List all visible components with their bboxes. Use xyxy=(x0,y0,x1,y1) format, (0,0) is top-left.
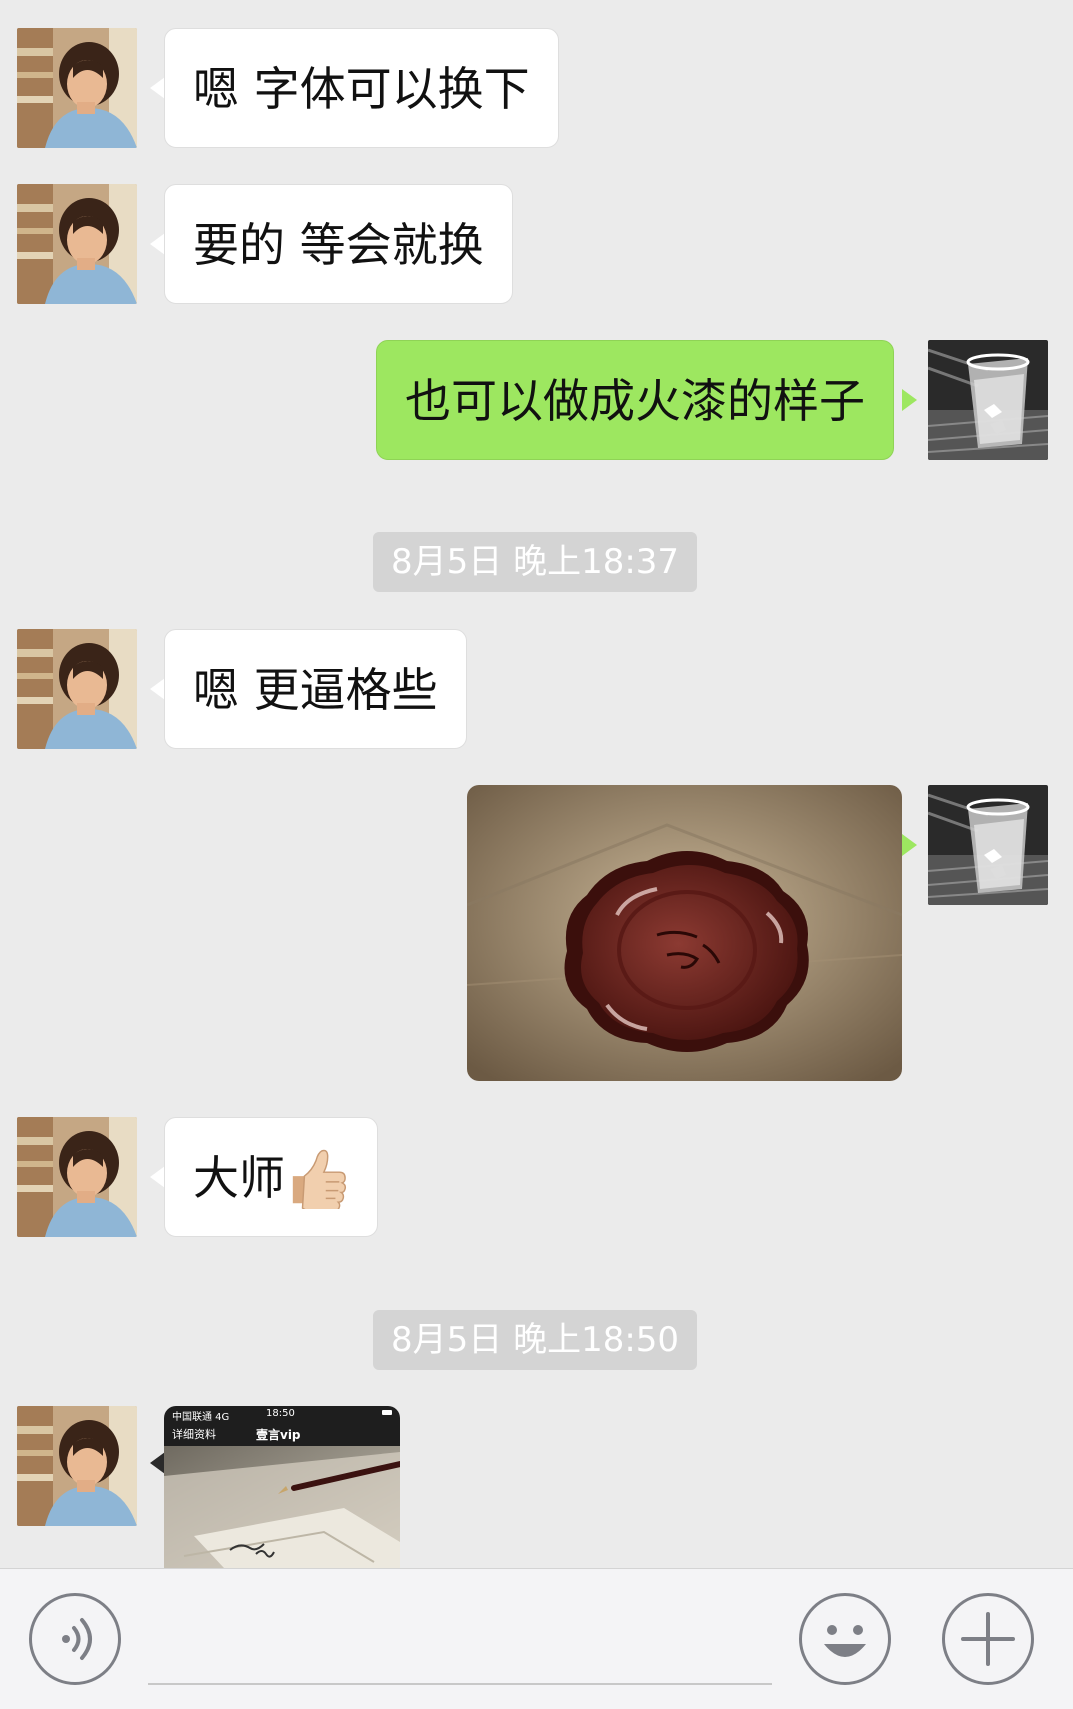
contact-avatar[interactable] xyxy=(17,1406,137,1526)
input-bar xyxy=(0,1568,1073,1709)
bubble-tail xyxy=(150,233,165,255)
message-text: 也可以做成火漆的样子 xyxy=(405,374,865,428)
chat-area[interactable]: 嗯 字体可以换下 要的 等会就换 也可以做成火漆的样子 8月5日 晚上18:37… xyxy=(0,0,1073,1568)
message-input[interactable] xyxy=(148,1593,772,1685)
thumbs-up-icon xyxy=(292,1149,347,1209)
avatar-image xyxy=(17,629,137,749)
bubble-tail xyxy=(150,1452,165,1474)
avatar-image xyxy=(17,28,137,148)
avatar-image xyxy=(17,184,137,304)
message-text: 嗯 字体可以换下 xyxy=(193,62,530,116)
message-bubble[interactable]: 大师 xyxy=(164,1117,378,1237)
my-avatar[interactable] xyxy=(928,785,1048,905)
message-text: 要的 等会就换 xyxy=(193,218,484,272)
battery-icon xyxy=(382,1410,392,1415)
emoji-icon xyxy=(824,1625,866,1657)
message-bubble-outgoing[interactable]: 也可以做成火漆的样子 xyxy=(376,340,894,460)
avatar-image xyxy=(17,1406,137,1526)
voice-button[interactable] xyxy=(29,1593,121,1685)
contact-avatar[interactable] xyxy=(17,28,137,148)
message-bubble[interactable]: 嗯 字体可以换下 xyxy=(164,28,559,148)
avatar-image xyxy=(928,340,1048,460)
screenshot-photo xyxy=(164,1446,400,1568)
contact-avatar[interactable] xyxy=(17,1117,137,1237)
timestamp-text: 8月5日 晚上18:50 xyxy=(391,1320,680,1360)
contact-avatar[interactable] xyxy=(17,629,137,749)
emoji-button[interactable] xyxy=(799,1593,891,1685)
status-time: 18:50 xyxy=(266,1408,295,1419)
message-text: 大师 xyxy=(193,1151,285,1205)
wax-seal-photo xyxy=(467,785,902,1081)
timestamp: 8月5日 晚上18:50 xyxy=(373,1310,698,1370)
message-bubble[interactable]: 要的 等会就换 xyxy=(164,184,513,304)
back-label: 详细资料 xyxy=(172,1428,216,1441)
avatar-image xyxy=(17,1117,137,1237)
bubble-tail xyxy=(902,389,917,411)
plus-icon xyxy=(961,1612,1015,1666)
timestamp: 8月5日 晚上18:37 xyxy=(373,532,698,592)
bubble-tail xyxy=(150,678,165,700)
avatar-image xyxy=(928,785,1048,905)
image-message[interactable] xyxy=(467,785,902,1081)
screenshot-header: 中国联通 4G 18:50 详细资料 壹言vip xyxy=(164,1406,400,1446)
screenshot-title: 壹言vip xyxy=(256,1428,301,1442)
message-bubble[interactable]: 嗯 更逼格些 xyxy=(164,629,467,749)
bubble-tail xyxy=(150,1166,165,1188)
voice-icon xyxy=(62,1618,92,1660)
bubble-tail xyxy=(902,834,917,856)
plus-button[interactable] xyxy=(942,1593,1034,1685)
image-message[interactable]: 中国联通 4G 18:50 详细资料 壹言vip xyxy=(164,1406,400,1568)
bubble-tail xyxy=(150,77,165,99)
timestamp-text: 8月5日 晚上18:37 xyxy=(391,542,680,582)
my-avatar[interactable] xyxy=(928,340,1048,460)
message-text: 嗯 更逼格些 xyxy=(193,663,438,717)
contact-avatar[interactable] xyxy=(17,184,137,304)
carrier-text: 中国联通 4G xyxy=(172,1412,230,1423)
